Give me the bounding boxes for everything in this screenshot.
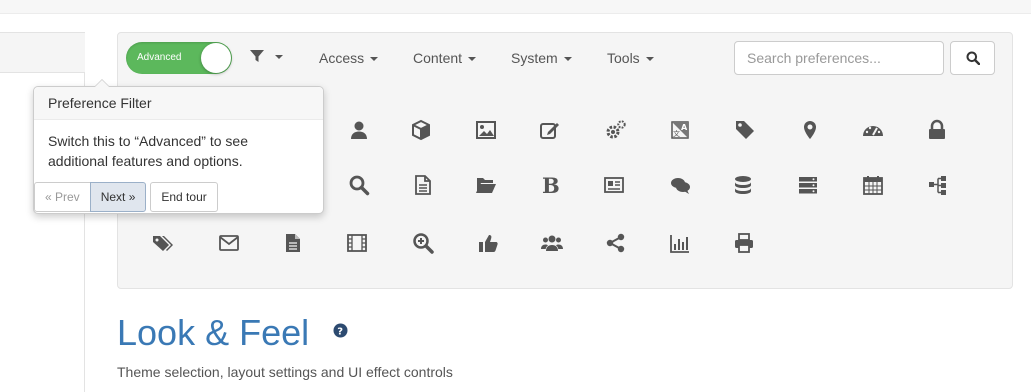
access-menu-label: Access xyxy=(319,50,365,66)
file-text-icon[interactable] xyxy=(410,172,436,198)
svg-text:文: 文 xyxy=(673,129,680,138)
chevron-down-icon xyxy=(468,57,477,61)
search-input[interactable] xyxy=(734,41,944,75)
tags-icon[interactable] xyxy=(150,230,176,256)
access-menu[interactable]: Access xyxy=(319,50,379,66)
content-menu-label: Content xyxy=(413,50,463,66)
top-bar xyxy=(0,0,1031,14)
tag-icon[interactable] xyxy=(732,117,758,143)
search-button[interactable] xyxy=(950,41,995,75)
search-icon[interactable] xyxy=(346,172,372,198)
toggle-knob[interactable] xyxy=(201,43,231,73)
map-marker-icon[interactable] xyxy=(797,117,823,143)
popover-arrow xyxy=(94,79,110,87)
search-icon xyxy=(966,51,980,65)
filter-icon xyxy=(250,50,264,62)
chevron-down-icon xyxy=(645,57,654,61)
database-icon[interactable] xyxy=(730,172,756,198)
server-icon[interactable] xyxy=(795,172,821,198)
tools-menu[interactable]: Tools xyxy=(607,50,654,66)
gears-icon[interactable] xyxy=(603,117,629,143)
tour-prev-button[interactable]: « Prev xyxy=(34,182,91,212)
folder-open-icon[interactable] xyxy=(473,172,499,198)
cube-icon[interactable] xyxy=(408,117,434,143)
tools-menu-label: Tools xyxy=(607,50,640,66)
tour-next-button[interactable]: Next » xyxy=(89,182,147,212)
image-icon[interactable] xyxy=(473,117,499,143)
chevron-down-icon xyxy=(275,55,283,59)
users-icon[interactable] xyxy=(539,230,565,256)
content-menu[interactable]: Content xyxy=(413,50,477,66)
bar-chart-icon[interactable] xyxy=(667,230,693,256)
sitemap-icon[interactable] xyxy=(924,172,950,198)
lock-icon[interactable] xyxy=(924,117,950,143)
page-subtitle: Theme selection, layout settings and UI … xyxy=(117,364,453,380)
chevron-down-icon xyxy=(370,57,379,61)
svg-text:A: A xyxy=(681,123,688,132)
tour-content: Switch this to “Advanced” to see additio… xyxy=(48,133,248,169)
system-menu[interactable]: System xyxy=(511,50,572,66)
file-icon[interactable] xyxy=(280,230,306,256)
filter-dropdown[interactable] xyxy=(250,49,283,63)
zoom-in-icon[interactable] xyxy=(410,230,436,256)
calendar-icon[interactable] xyxy=(860,172,886,198)
newspaper-icon[interactable] xyxy=(601,172,627,198)
envelope-icon[interactable] xyxy=(216,230,242,256)
system-menu-label: System xyxy=(511,50,558,66)
tour-popover: Preference Filter Switch this to “Advanc… xyxy=(33,79,324,214)
tour-title: Preference Filter xyxy=(34,87,323,120)
svg-text:?: ? xyxy=(337,327,343,338)
edit-icon[interactable] xyxy=(537,117,563,143)
comments-icon[interactable] xyxy=(667,172,693,198)
print-icon[interactable] xyxy=(731,230,757,256)
left-panel-header xyxy=(0,33,85,73)
user-icon[interactable] xyxy=(346,117,372,143)
dashboard-icon[interactable] xyxy=(860,117,886,143)
share-icon[interactable] xyxy=(603,230,629,256)
svg-text:B: B xyxy=(542,174,560,196)
tour-end-button[interactable]: End tour xyxy=(150,182,218,212)
thumbs-up-icon[interactable] xyxy=(475,230,501,256)
help-icon[interactable]: ? xyxy=(333,323,348,338)
advanced-toggle[interactable]: Advanced xyxy=(126,42,232,74)
film-icon[interactable] xyxy=(344,230,370,256)
tour-navigation: « Prev Next » End tour xyxy=(34,182,218,212)
advanced-toggle-label: Advanced xyxy=(137,52,182,63)
translate-icon[interactable]: A文 xyxy=(667,117,693,143)
page-title: Look & Feel xyxy=(117,312,310,353)
bold-icon[interactable]: B xyxy=(537,172,563,198)
chevron-down-icon xyxy=(563,57,572,61)
